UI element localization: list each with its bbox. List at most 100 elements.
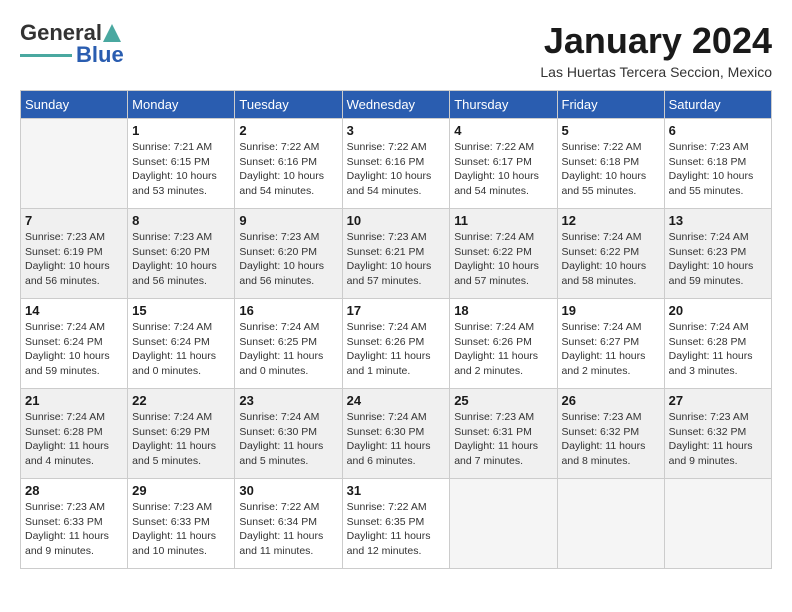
day-info: Sunrise: 7:24 AM Sunset: 6:28 PM Dayligh… <box>25 410 123 469</box>
day-number: 29 <box>132 483 230 498</box>
calendar-cell: 25 Sunrise: 7:23 AM Sunset: 6:31 PM Dayli… <box>450 389 557 479</box>
month-title: January 2024 <box>540 20 772 62</box>
day-number: 15 <box>132 303 230 318</box>
day-info: Sunrise: 7:24 AM Sunset: 6:29 PM Dayligh… <box>132 410 230 469</box>
day-number: 25 <box>454 393 552 408</box>
calendar-week-4: 21Sunrise: 7:24 AM Sunset: 6:28 PM Dayli… <box>21 389 772 479</box>
calendar-cell: 24 Sunrise: 7:24 AM Sunset: 6:30 PM Dayli… <box>342 389 450 479</box>
calendar-table: Sunday Monday Tuesday Wednesday Thursday… <box>20 90 772 569</box>
day-info: Sunrise: 7:24 AM Sunset: 6:30 PM Dayligh… <box>347 410 446 469</box>
calendar-week-3: 14Sunrise: 7:24 AM Sunset: 6:24 PM Dayli… <box>21 299 772 389</box>
day-info: Sunrise: 7:24 AM Sunset: 6:24 PM Dayligh… <box>25 320 123 379</box>
day-info: Sunrise: 7:21 AM Sunset: 6:15 PM Dayligh… <box>132 140 230 199</box>
calendar-cell: 6 Sunrise: 7:23 AM Sunset: 6:18 PM Daylig… <box>664 119 771 209</box>
calendar-cell: 4Sunrise: 7:22 AM Sunset: 6:17 PM Daylig… <box>450 119 557 209</box>
day-number: 9 <box>239 213 337 228</box>
calendar-cell: 22 Sunrise: 7:24 AM Sunset: 6:29 PM Dayli… <box>128 389 235 479</box>
day-number: 31 <box>347 483 446 498</box>
day-info: Sunrise: 7:23 AM Sunset: 6:20 PM Dayligh… <box>239 230 337 289</box>
day-info: Sunrise: 7:23 AM Sunset: 6:20 PM Dayligh… <box>132 230 230 289</box>
calendar-cell: 23 Sunrise: 7:24 AM Sunset: 6:30 PM Dayli… <box>235 389 342 479</box>
calendar-cell: 17 Sunrise: 7:24 AM Sunset: 6:26 PM Dayli… <box>342 299 450 389</box>
col-sunday: Sunday <box>21 91 128 119</box>
day-number: 28 <box>25 483 123 498</box>
calendar-cell: 21Sunrise: 7:24 AM Sunset: 6:28 PM Dayli… <box>21 389 128 479</box>
day-info: Sunrise: 7:22 AM Sunset: 6:16 PM Dayligh… <box>239 140 337 199</box>
location: Las Huertas Tercera Seccion, Mexico <box>540 64 772 80</box>
logo-icon <box>103 24 121 42</box>
day-info: Sunrise: 7:24 AM Sunset: 6:26 PM Dayligh… <box>347 320 446 379</box>
day-info: Sunrise: 7:23 AM Sunset: 6:33 PM Dayligh… <box>132 500 230 559</box>
day-info: Sunrise: 7:24 AM Sunset: 6:24 PM Dayligh… <box>132 320 230 379</box>
page-header: General Blue January 2024 Las Huertas Te… <box>20 20 772 80</box>
day-info: Sunrise: 7:23 AM Sunset: 6:31 PM Dayligh… <box>454 410 552 469</box>
calendar-cell: 18 Sunrise: 7:24 AM Sunset: 6:26 PM Dayli… <box>450 299 557 389</box>
day-info: Sunrise: 7:23 AM Sunset: 6:19 PM Dayligh… <box>25 230 123 289</box>
calendar-cell: 5 Sunrise: 7:22 AM Sunset: 6:18 PM Daylig… <box>557 119 664 209</box>
calendar-cell: 26Sunrise: 7:23 AM Sunset: 6:32 PM Dayli… <box>557 389 664 479</box>
calendar-cell: 13Sunrise: 7:24 AM Sunset: 6:23 PM Dayli… <box>664 209 771 299</box>
col-wednesday: Wednesday <box>342 91 450 119</box>
calendar-cell: 27 Sunrise: 7:23 AM Sunset: 6:32 PM Dayli… <box>664 389 771 479</box>
day-number: 10 <box>347 213 446 228</box>
calendar-cell: 10 Sunrise: 7:23 AM Sunset: 6:21 PM Dayli… <box>342 209 450 299</box>
day-info: Sunrise: 7:24 AM Sunset: 6:22 PM Dayligh… <box>562 230 660 289</box>
day-number: 6 <box>669 123 767 138</box>
logo-blue: Blue <box>76 42 124 68</box>
day-info: Sunrise: 7:22 AM Sunset: 6:16 PM Dayligh… <box>347 140 446 199</box>
day-number: 12 <box>562 213 660 228</box>
calendar-cell: 8 Sunrise: 7:23 AM Sunset: 6:20 PM Daylig… <box>128 209 235 299</box>
col-saturday: Saturday <box>664 91 771 119</box>
day-number: 18 <box>454 303 552 318</box>
logo: General Blue <box>20 20 124 68</box>
day-number: 20 <box>669 303 767 318</box>
day-number: 23 <box>239 393 337 408</box>
day-number: 8 <box>132 213 230 228</box>
calendar-cell: 31Sunrise: 7:22 AM Sunset: 6:35 PM Dayli… <box>342 479 450 569</box>
day-number: 24 <box>347 393 446 408</box>
calendar-cell: 19 Sunrise: 7:24 AM Sunset: 6:27 PM Dayli… <box>557 299 664 389</box>
day-info: Sunrise: 7:24 AM Sunset: 6:30 PM Dayligh… <box>239 410 337 469</box>
day-number: 22 <box>132 393 230 408</box>
day-info: Sunrise: 7:24 AM Sunset: 6:27 PM Dayligh… <box>562 320 660 379</box>
calendar-cell: 30 Sunrise: 7:22 AM Sunset: 6:34 PM Dayli… <box>235 479 342 569</box>
calendar-cell: 16Sunrise: 7:24 AM Sunset: 6:25 PM Dayli… <box>235 299 342 389</box>
day-info: Sunrise: 7:23 AM Sunset: 6:18 PM Dayligh… <box>669 140 767 199</box>
day-number: 7 <box>25 213 123 228</box>
day-number: 3 <box>347 123 446 138</box>
calendar-cell: 3 Sunrise: 7:22 AM Sunset: 6:16 PM Daylig… <box>342 119 450 209</box>
day-number: 27 <box>669 393 767 408</box>
calendar-cell: 29 Sunrise: 7:23 AM Sunset: 6:33 PM Dayli… <box>128 479 235 569</box>
day-number: 17 <box>347 303 446 318</box>
day-info: Sunrise: 7:24 AM Sunset: 6:26 PM Dayligh… <box>454 320 552 379</box>
calendar-cell: 1 Sunrise: 7:21 AM Sunset: 6:15 PM Daylig… <box>128 119 235 209</box>
calendar-cell: 11Sunrise: 7:24 AM Sunset: 6:22 PM Dayli… <box>450 209 557 299</box>
day-number: 26 <box>562 393 660 408</box>
day-info: Sunrise: 7:23 AM Sunset: 6:33 PM Dayligh… <box>25 500 123 559</box>
day-info: Sunrise: 7:24 AM Sunset: 6:25 PM Dayligh… <box>239 320 337 379</box>
day-number: 30 <box>239 483 337 498</box>
day-number: 11 <box>454 213 552 228</box>
day-number: 19 <box>562 303 660 318</box>
calendar-week-2: 7 Sunrise: 7:23 AM Sunset: 6:19 PM Daylig… <box>21 209 772 299</box>
calendar-cell: 7 Sunrise: 7:23 AM Sunset: 6:19 PM Daylig… <box>21 209 128 299</box>
calendar-cell <box>557 479 664 569</box>
day-number: 5 <box>562 123 660 138</box>
day-info: Sunrise: 7:22 AM Sunset: 6:34 PM Dayligh… <box>239 500 337 559</box>
calendar-cell <box>450 479 557 569</box>
day-number: 1 <box>132 123 230 138</box>
day-info: Sunrise: 7:23 AM Sunset: 6:21 PM Dayligh… <box>347 230 446 289</box>
col-thursday: Thursday <box>450 91 557 119</box>
calendar-week-5: 28 Sunrise: 7:23 AM Sunset: 6:33 PM Dayli… <box>21 479 772 569</box>
calendar-cell: 15 Sunrise: 7:24 AM Sunset: 6:24 PM Dayli… <box>128 299 235 389</box>
day-info: Sunrise: 7:23 AM Sunset: 6:32 PM Dayligh… <box>669 410 767 469</box>
title-section: January 2024 Las Huertas Tercera Seccion… <box>540 20 772 80</box>
calendar-cell: 14Sunrise: 7:24 AM Sunset: 6:24 PM Dayli… <box>21 299 128 389</box>
day-info: Sunrise: 7:22 AM Sunset: 6:18 PM Dayligh… <box>562 140 660 199</box>
calendar-header-row: Sunday Monday Tuesday Wednesday Thursday… <box>21 91 772 119</box>
day-number: 4 <box>454 123 552 138</box>
day-number: 2 <box>239 123 337 138</box>
day-number: 13 <box>669 213 767 228</box>
calendar-cell <box>664 479 771 569</box>
calendar-cell: 12 Sunrise: 7:24 AM Sunset: 6:22 PM Dayli… <box>557 209 664 299</box>
